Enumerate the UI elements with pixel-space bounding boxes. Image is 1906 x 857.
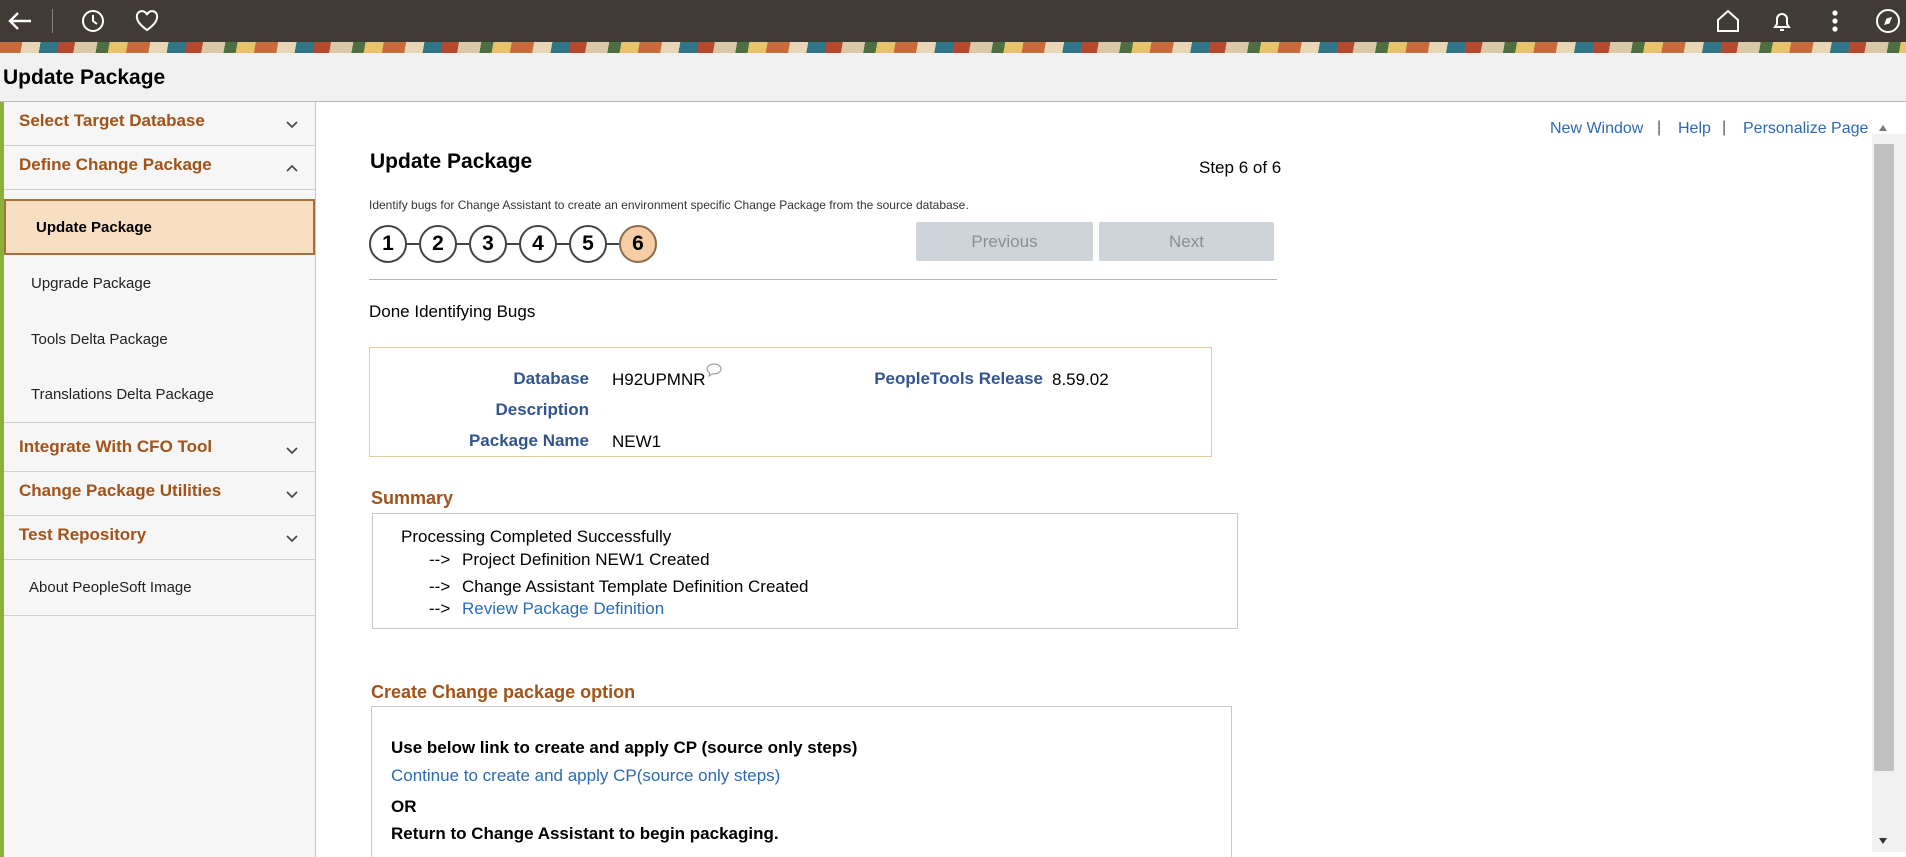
summary-line: Change Assistant Template Definition Cre… [462,577,809,596]
home-icon[interactable] [1714,0,1742,42]
scroll-down-arrow-icon[interactable] [1878,837,1888,845]
step-5[interactable]: 5 [569,225,607,263]
more-vertical-icon[interactable] [1825,0,1845,42]
summary-panel: Processing Completed Successfully --> Pr… [372,513,1238,629]
sidebar-item-label: Tools Delta Package [31,331,168,348]
chevron-up-icon [286,164,298,172]
sidebar-group-label: Integrate With CFO Tool [19,437,213,456]
sidebar-item-label: Translations Delta Package [31,386,214,403]
sidebar-item-translations-delta-package[interactable]: Translations Delta Package [4,367,315,423]
sidebar-group-integrate-with-cfo-tool[interactable]: Integrate With CFO Tool [4,428,315,472]
review-package-definition-link[interactable]: Review Package Definition [462,599,664,619]
page-title: Update Package [370,150,533,173]
or-separator-text: OR [391,797,417,816]
vertical-scrollbar[interactable] [1872,122,1906,857]
package-name-value: NEW1 [612,432,662,451]
database-value: H92UPMNR [612,370,706,389]
sidebar-group-define-change-package[interactable]: Define Change Package [4,146,315,190]
summary-title: Summary [371,488,454,508]
chevron-down-icon [286,121,298,129]
sidebar-group-label: Define Change Package [19,155,212,174]
status-text: Done Identifying Bugs [369,302,536,321]
arrow-marker: --> [429,550,451,569]
link-separator: | [1722,119,1727,136]
toolbar-divider [52,9,53,33]
summary-line: Project Definition NEW1 Created [462,550,710,569]
page-header: Update Package [0,53,1906,102]
history-icon[interactable] [80,0,106,42]
navigator-compass-icon[interactable] [1874,0,1902,42]
sidebar-group-label: Change Package Utilities [19,481,222,500]
step-connector [505,243,519,245]
scroll-up-arrow-icon[interactable] [1878,124,1888,132]
sidebar-item-label: About PeopleSoft Image [29,579,192,596]
sidebar-group-label: Test Repository [19,525,147,544]
sidebar-group-label: Select Target Database [19,111,205,130]
arrow-marker: --> [429,599,451,618]
sidebar-item-label: Upgrade Package [31,275,152,292]
notification-bell-icon[interactable] [1769,0,1795,42]
step-connector [455,243,469,245]
chevron-down-icon [286,447,298,455]
top-navigation-bar [0,0,1906,42]
divider [369,279,1277,280]
step-indicator: Step 6 of 6 [1199,158,1282,177]
step-6-current[interactable]: 6 [619,225,657,263]
favorites-heart-icon[interactable] [134,0,160,42]
description-label: Description [495,400,589,419]
comment-bubble-icon[interactable] [706,363,722,377]
decorative-banner [0,42,1906,53]
continue-create-cp-link[interactable]: Continue to create and apply CP(source o… [391,766,780,786]
return-to-change-assistant-text: Return to Change Assistant to begin pack… [391,824,779,843]
chevron-down-icon [286,535,298,543]
create-cp-instruction: Use below link to create and apply CP (s… [391,738,858,757]
sidebar-item-update-package[interactable]: Update Package [4,199,315,255]
package-name-label: Package Name [468,431,589,450]
step-2[interactable]: 2 [419,225,457,263]
sidebar-item-label: Update Package [36,219,152,236]
chevron-down-icon [286,491,298,499]
arrow-marker: --> [429,577,451,596]
instructions-text: Identify bugs for Change Assistant to cr… [369,198,969,212]
next-button[interactable]: Next [1099,222,1274,261]
back-arrow-icon[interactable] [4,0,36,42]
step-3[interactable]: 3 [469,225,507,263]
sidebar-group-test-repository[interactable]: Test Repository [4,516,315,560]
new-window-link[interactable]: New Window [1550,120,1643,138]
help-link[interactable]: Help [1678,120,1711,138]
step-4[interactable]: 4 [519,225,557,263]
package-info-panel: Database H92UPMNR Description Package Na… [369,347,1212,457]
sidebar-group-select-target-database[interactable]: Select Target Database [4,102,315,146]
summary-headline: Processing Completed Successfully [401,527,672,546]
sidebar-group-change-package-utilities[interactable]: Change Package Utilities [4,472,315,516]
peopletools-release-value: 8.59.02 [1052,370,1109,389]
database-label: Database [513,369,589,388]
step-connector [405,243,419,245]
step-1[interactable]: 1 [369,225,407,263]
create-change-package-title: Create Change package option [371,682,636,702]
scrollbar-thumb[interactable] [1874,144,1894,771]
step-connector [605,243,619,245]
sidebar-item-about-peoplesoft-image[interactable]: About PeopleSoft Image [4,560,315,616]
previous-button[interactable]: Previous [916,222,1093,261]
create-change-package-panel: Use below link to create and apply CP (s… [371,706,1232,857]
page-header-title: Update Package [3,66,166,89]
step-connector [555,243,569,245]
step-progress: 1 2 3 4 5 6 [369,225,669,263]
personalize-page-link[interactable]: Personalize Page [1743,120,1868,138]
peopletools-release-label: PeopleTools Release [874,369,1043,388]
link-separator: | [1657,119,1662,136]
sidebar-item-tools-delta-package[interactable]: Tools Delta Package [4,312,315,368]
sidebar: Select Target Database Define Change Pac… [4,102,316,857]
sidebar-item-upgrade-package[interactable]: Upgrade Package [4,256,315,312]
